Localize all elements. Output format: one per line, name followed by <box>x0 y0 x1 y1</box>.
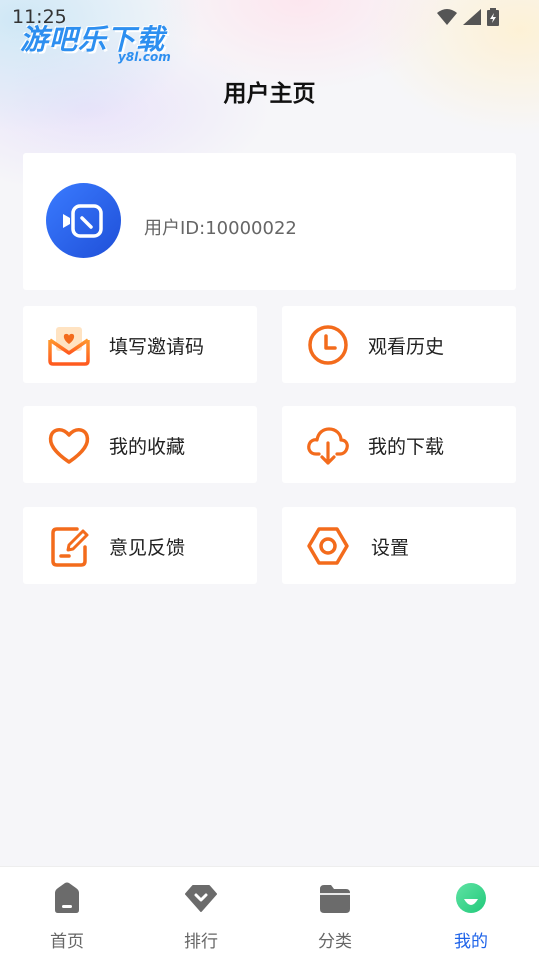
feedback-label: 意见反馈 <box>109 537 186 559</box>
nav-category[interactable]: 分类 <box>268 867 402 959</box>
favorites-button[interactable]: 我的收藏 <box>23 406 257 483</box>
watch-history-button[interactable]: 观看历史 <box>282 306 516 383</box>
avatar[interactable] <box>46 183 121 258</box>
battery-icon <box>487 8 499 26</box>
nav-ranking-label: 排行 <box>184 932 218 952</box>
favorites-label: 我的收藏 <box>109 436 186 458</box>
nav-mine-label: 我的 <box>454 932 488 952</box>
profile-card[interactable]: 用户ID:10000022 <box>23 153 516 290</box>
status-icons <box>437 8 499 26</box>
edit-note-icon <box>51 527 89 567</box>
settings-button[interactable]: 设置 <box>282 507 516 584</box>
downloads-button[interactable]: 我的下载 <box>282 406 516 483</box>
envelope-heart-icon <box>48 327 90 366</box>
clock-icon <box>308 325 348 365</box>
nav-home-label: 首页 <box>50 932 84 952</box>
heart-icon <box>48 428 90 464</box>
logo-domain: y8l.com <box>118 50 171 64</box>
signal-icon <box>463 9 481 25</box>
profile-icon <box>456 883 486 913</box>
wifi-icon <box>437 9 457 25</box>
invite-code-button[interactable]: 填写邀请码 <box>23 306 257 383</box>
invite-code-label: 填写邀请码 <box>109 336 205 358</box>
user-id: 用户ID:10000022 <box>144 218 297 239</box>
feedback-button[interactable]: 意见反馈 <box>23 507 257 584</box>
ranking-icon <box>185 885 217 912</box>
settings-label: 设置 <box>371 537 410 559</box>
page-title: 用户主页 <box>223 81 316 107</box>
video-app-icon <box>63 204 103 238</box>
brand-logo: 游吧乐下载 y8l.com <box>20 18 190 66</box>
nav-category-label: 分类 <box>318 932 352 952</box>
nav-home[interactable]: 首页 <box>0 867 134 959</box>
nav-mine[interactable]: 我的 <box>404 867 538 959</box>
cloud-download-icon <box>307 427 349 465</box>
hexagon-gear-icon <box>307 527 349 565</box>
folder-icon <box>320 885 350 913</box>
nav-ranking[interactable]: 排行 <box>134 867 268 959</box>
home-icon <box>55 882 79 913</box>
watch-history-label: 观看历史 <box>368 336 445 358</box>
bottom-nav: 首页 排行 分类 我的 <box>0 866 539 959</box>
downloads-label: 我的下载 <box>368 436 445 458</box>
